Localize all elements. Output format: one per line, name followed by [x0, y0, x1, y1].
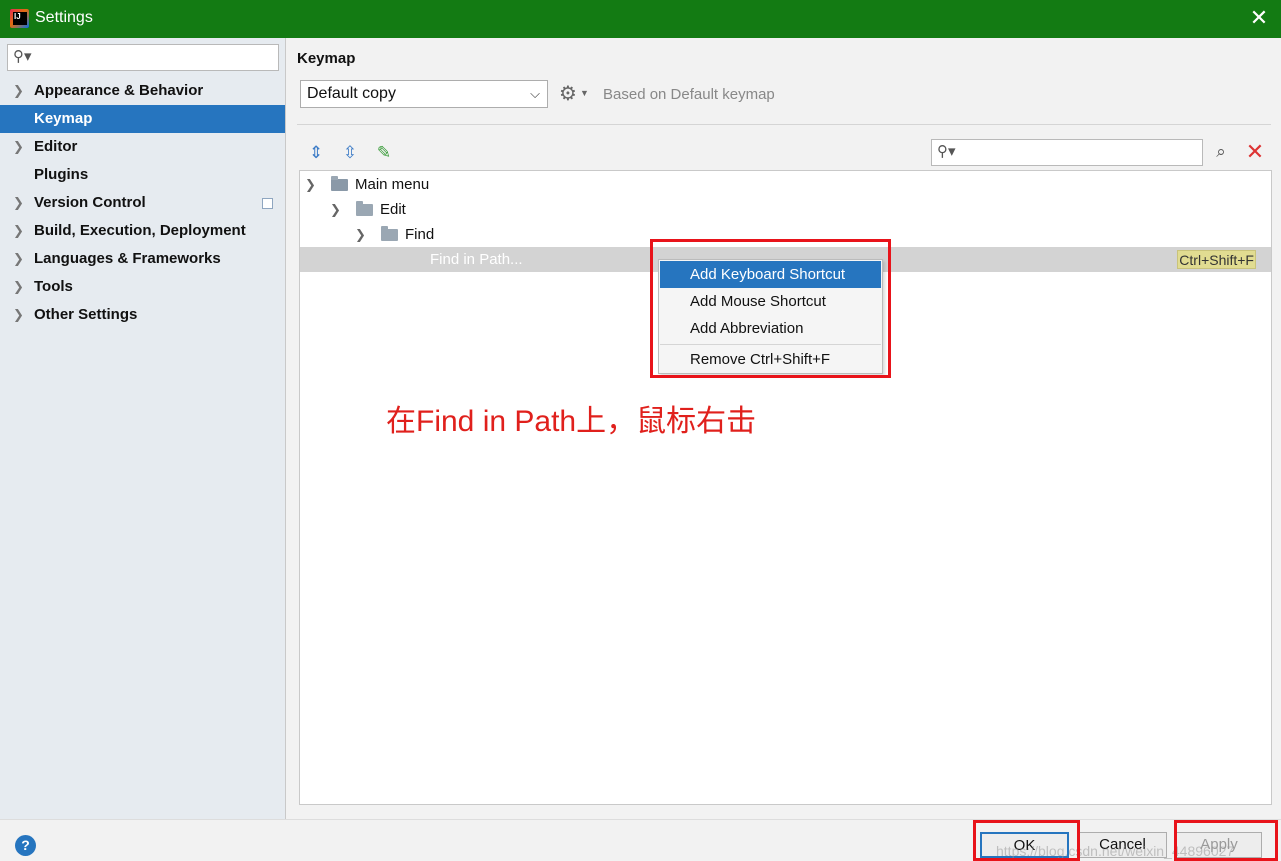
sidebar-item-appearance-behavior[interactable]: ❯ Appearance & Behavior: [0, 77, 285, 105]
sidebar-item-keymap[interactable]: Keymap: [0, 105, 285, 133]
search-icon: ⚲▾: [937, 143, 956, 160]
sidebar-item-build-execution-deployment[interactable]: ❯ Build, Execution, Deployment: [0, 217, 285, 245]
sidebar-item-label: Tools: [34, 278, 73, 295]
sidebar-item-label: Plugins: [34, 166, 89, 183]
chevron-right-icon: ❯: [13, 223, 24, 238]
dialog-footer: ? OK Cancel Apply https://blog.csdn.net/…: [0, 819, 1281, 861]
help-icon[interactable]: ?: [15, 835, 36, 856]
ok-button-highlight: [973, 820, 1080, 861]
sidebar-item-editor[interactable]: ❯ Editor: [0, 133, 285, 161]
chevron-down-icon: ❯: [355, 227, 366, 242]
edit-pencil-icon[interactable]: ✎: [373, 142, 395, 164]
chevron-right-icon: ❯: [13, 195, 24, 210]
annotation-text: 在Find in Path上，鼠标右击: [386, 405, 757, 438]
chevron-right-icon: ❯: [13, 139, 24, 154]
chevron-right-icon: ❯: [13, 251, 24, 266]
search-icon: ⚲▾: [13, 48, 32, 65]
shortcut-badge: Ctrl+Shift+F: [1177, 250, 1256, 269]
sidebar-item-plugins[interactable]: Plugins: [0, 161, 285, 189]
folder-icon: [381, 226, 398, 241]
intellij-idea-icon: [10, 9, 29, 28]
sidebar-item-tools[interactable]: ❯ Tools: [0, 273, 285, 301]
chevron-right-icon: ❯: [13, 307, 24, 322]
chevron-right-icon: ❯: [13, 83, 24, 98]
chevron-down-icon: ❯: [305, 177, 316, 192]
chevron-down-icon: ⌵: [530, 86, 540, 101]
collapse-all-icon[interactable]: ⇳: [339, 142, 361, 164]
divider: [297, 124, 1271, 125]
project-settings-icon: [262, 198, 273, 209]
sidebar-item-label: Other Settings: [34, 306, 138, 323]
sidebar-item-label: Editor: [34, 138, 78, 155]
sidebar-item-label: Appearance & Behavior: [34, 82, 204, 99]
sidebar-item-label: Keymap: [34, 110, 93, 127]
based-on-label: Based on Default keymap: [603, 86, 775, 103]
window-title: Settings: [35, 9, 93, 26]
close-icon[interactable]: ✕: [1247, 6, 1271, 30]
folder-icon: [356, 201, 373, 216]
chevron-down-icon: ❯: [330, 202, 341, 217]
context-menu-highlight: [650, 239, 891, 378]
tree-row-label: Edit: [380, 201, 406, 218]
sidebar-item-label: Build, Execution, Deployment: [34, 222, 246, 239]
window-titlebar: Settings ✕: [0, 0, 1281, 38]
find-by-shortcut-icon[interactable]: ⌕: [1209, 140, 1233, 164]
apply-button-highlight: [1174, 820, 1278, 861]
keymap-search-input[interactable]: ⚲▾: [931, 139, 1203, 166]
settings-sidebar: ⚲▾ ❯ Appearance & Behavior Keymap ❯ Edit…: [0, 38, 286, 819]
expand-all-icon[interactable]: ⇕: [305, 142, 327, 164]
main-menu-icon: [331, 176, 348, 191]
sidebar-item-label: Version Control: [34, 194, 146, 211]
keymap-select[interactable]: Default copy ⌵: [300, 80, 548, 108]
sidebar-item-other-settings[interactable]: ❯ Other Settings: [0, 301, 285, 329]
tree-row-label: Main menu: [355, 176, 430, 193]
tree-row-edit[interactable]: ❯ Edit: [300, 197, 1271, 222]
tree-row-label: Find in Path...: [430, 251, 523, 268]
chevron-right-icon: ❯: [13, 279, 24, 294]
sidebar-item-languages-frameworks[interactable]: ❯ Languages & Frameworks: [0, 245, 285, 273]
sidebar-search-input[interactable]: ⚲▾: [7, 44, 279, 71]
clear-filter-icon[interactable]: ✕: [1243, 140, 1267, 164]
dropdown-caret-icon: ▼: [580, 88, 589, 98]
gear-icon[interactable]: ⚙: [559, 84, 577, 104]
tree-row-main-menu[interactable]: ❯ Main menu: [300, 172, 1271, 197]
sidebar-item-label: Languages & Frameworks: [34, 250, 221, 267]
sidebar-item-version-control[interactable]: ❯ Version Control: [0, 189, 285, 217]
tree-row-label: Find: [405, 226, 435, 243]
page-title: Keymap: [297, 50, 356, 67]
keymap-select-value: Default copy: [307, 85, 396, 102]
